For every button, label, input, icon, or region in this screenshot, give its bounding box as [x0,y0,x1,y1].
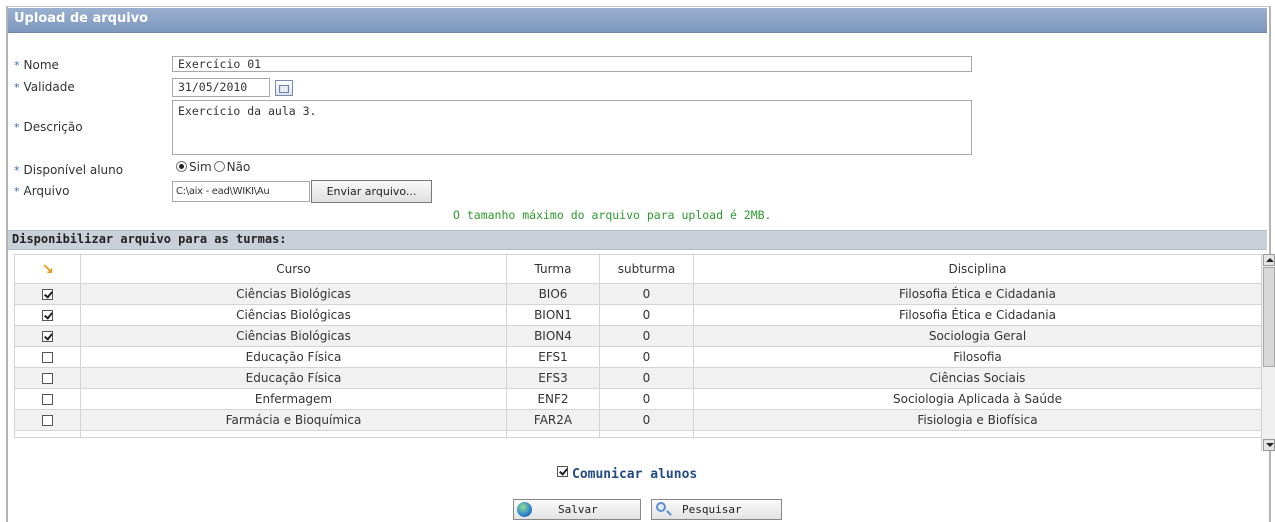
salvar-button[interactable]: Salvar [513,499,641,520]
cell-turma: EFS3 [506,367,600,389]
panel-title-bar: Upload de arquivo [8,8,1267,33]
comunicar-alunos[interactable]: Comunicar alunos [557,466,697,482]
cell-curso: Ciências Biológicas [80,325,507,347]
table-row: Ciências Biológicas BION1 0 Filosofia Ét… [14,304,1262,326]
cell-subturma: 0 [599,409,694,431]
column-header-disciplina[interactable]: Disciplina [693,254,1262,284]
cell-subturma: 0 [599,388,694,410]
disponivel-label: * Disponível aluno [14,163,124,177]
cell-turma: EFS1 [506,346,600,368]
turmas-section-bar: Disponibilizar arquivo para as turmas: [8,230,1267,250]
row-checkbox[interactable] [42,331,53,342]
cell-disciplina: Filosofia [693,346,1262,368]
cell-disciplina: Sociologia Aplicada à Saúde [693,388,1262,410]
cell-disciplina: Ciências Sociais [693,367,1262,389]
cell-curso: Farmácia e Bioquímica [80,409,507,431]
row-checkbox[interactable] [42,394,53,405]
turmas-table: ↘ Curso Turma subturma Disciplina Ciênci… [14,254,1262,438]
validade-input[interactable]: 31/05/2010 [172,78,270,97]
pesquisar-label: Pesquisar [682,503,742,516]
salvar-label: Salvar [558,503,598,516]
radio-nao-label: Não [226,160,251,174]
validade-label: * Validade [14,80,75,94]
table-row: Farmácia e Bioquímica FAR2A 0 Fisiologia… [14,409,1262,431]
globe-icon [517,502,532,517]
disponivel-radio-group: Sim Não [176,160,250,174]
cell-turma: FAR2A [506,409,600,431]
row-checkbox[interactable] [42,289,53,300]
cell-disciplina: Fisiologia e Biofísica [693,409,1262,431]
row-checkbox[interactable] [42,352,53,363]
table-row: Educação Física EFS3 0 Ciências Sociais [14,367,1262,389]
comunicar-checkbox[interactable] [557,466,568,477]
cell-subturma: 0 [599,283,694,305]
cell-subturma: 0 [599,367,694,389]
cell-curso: Enfermagem [80,388,507,410]
turmas-section-title: Disponibilizar arquivo para as turmas: [12,232,287,246]
cell-turma: BION4 [506,325,600,347]
table-row: Ciências Biológicas BIO6 0 Filosofia Éti… [14,283,1262,305]
cell-curso: Educação Física [80,346,507,368]
sort-arrow-icon[interactable]: ↘ [14,254,81,284]
comunicar-label: Comunicar alunos [572,467,698,482]
enviar-arquivo-button[interactable]: Enviar arquivo... [311,180,432,203]
column-header-curso[interactable]: Curso [80,254,507,284]
table-header-row: ↘ Curso Turma subturma Disciplina [14,254,1262,284]
cell-subturma: 0 [599,304,694,326]
nome-label: * Nome [14,58,59,72]
cell-disciplina: Filosofia Ética e Cidadania [693,283,1262,305]
scroll-up-icon[interactable] [1263,254,1275,266]
table-row: Enfermagem ENF2 0 Sociologia Aplicada à … [14,388,1262,410]
nome-input[interactable]: Exercício 01 [172,56,972,72]
cell-curso: Ciências Biológicas [80,304,507,326]
table-row: Educação Física EFS1 0 Filosofia [14,346,1262,368]
cell-disciplina: Filosofia Ética e Cidadania [693,304,1262,326]
cell-subturma: 0 [599,325,694,347]
cell-subturma: 0 [599,346,694,368]
descricao-label: * Descrição [14,120,83,134]
radio-sim-label: Sim [189,160,212,174]
cell-turma: BIO6 [506,283,600,305]
panel-title: Upload de arquivo [14,11,149,26]
table-row: Ciências Biológicas BION4 0 Sociologia G… [14,325,1262,347]
radio-nao[interactable] [213,161,225,172]
scroll-thumb[interactable] [1263,267,1275,367]
cell-curso: Educação Física [80,367,507,389]
column-header-turma[interactable]: Turma [506,254,600,284]
cell-turma: BION1 [506,304,600,326]
cell-curso: Ciências Biológicas [80,283,507,305]
cell-disciplina: Sociologia Geral [693,325,1262,347]
arquivo-input[interactable]: C:\aix - ead\WIKI\Au [172,181,310,202]
row-checkbox[interactable] [42,310,53,321]
table-scrollbar[interactable] [1261,254,1275,451]
column-header-subturma[interactable]: subturma [599,254,694,284]
cell-turma: ENF2 [506,388,600,410]
row-checkbox[interactable] [42,373,53,384]
magnifier-icon [656,502,666,512]
pesquisar-button[interactable]: Pesquisar [651,499,782,520]
max-size-hint: O tamanho máximo do arquivo para upload … [453,208,772,222]
descricao-textarea[interactable]: Exercício da aula 3. [172,100,972,155]
calendar-icon[interactable] [275,80,293,96]
arquivo-label: * Arquivo [14,184,70,198]
row-checkbox[interactable] [42,415,53,426]
radio-sim[interactable] [176,161,187,172]
scroll-down-icon[interactable] [1263,439,1275,451]
table-row-partial [14,430,1262,438]
